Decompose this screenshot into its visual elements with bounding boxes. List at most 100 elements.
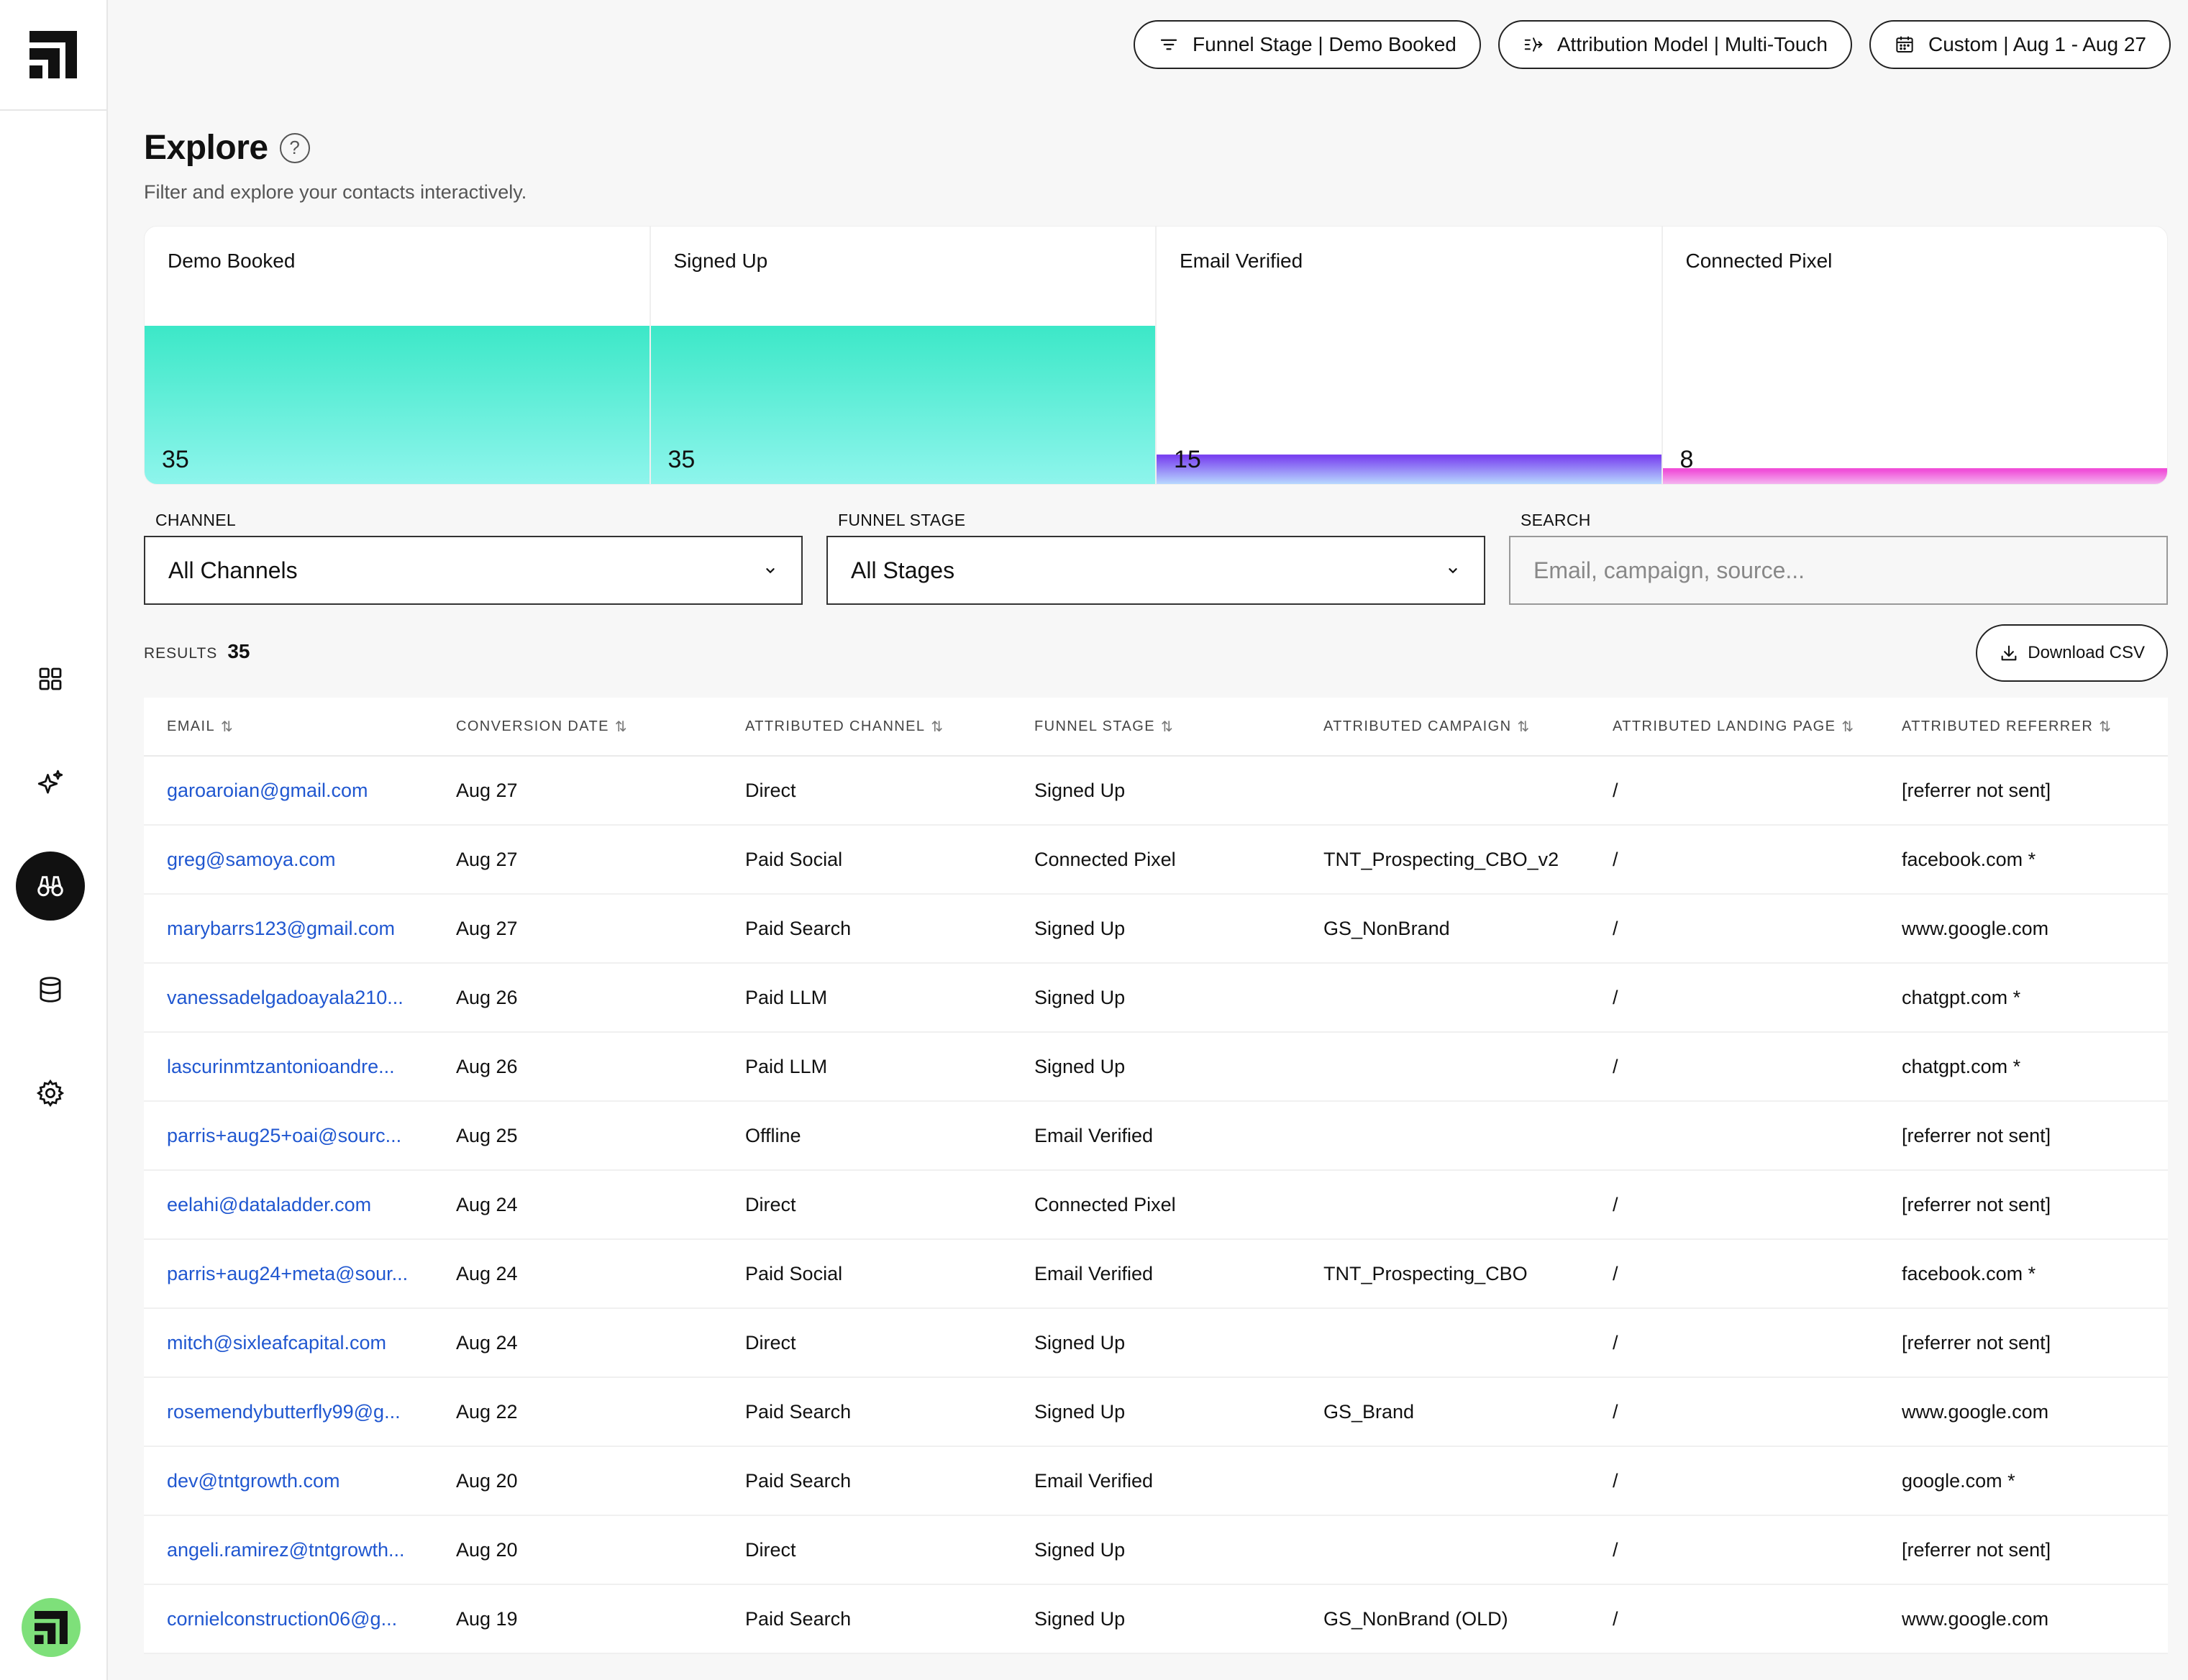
- page-header: Explore ?: [144, 128, 310, 168]
- table-row[interactable]: lascurinmtzantonioandre... Aug 26 Paid LLM…: [144, 1033, 2168, 1102]
- results-count: 35: [227, 640, 250, 662]
- logo[interactable]: [0, 0, 106, 111]
- funnel-bar: [145, 326, 649, 484]
- help-icon[interactable]: ?: [279, 132, 310, 163]
- funnel-stage-select-value: All Stages: [851, 557, 955, 583]
- cell-funnel-stage: Signed Up: [1034, 1055, 1126, 1077]
- chevron-down-icon: [766, 568, 775, 574]
- cell-referrer: www.google.com: [1902, 1400, 2049, 1423]
- funnel-stage-filter: FUNNEL STAGE All Stages: [826, 511, 1485, 605]
- column-header-attributed-landing-page[interactable]: ATTRIBUTED LANDING PAGE ⇅: [1590, 718, 1879, 736]
- cell-channel: Direct: [745, 1331, 796, 1353]
- cell-landing-page: /: [1613, 1193, 1618, 1215]
- column-header-attributed-campaign[interactable]: ATTRIBUTED CAMPAIGN ⇅: [1300, 718, 1590, 736]
- funnel-bar: [1662, 468, 2167, 484]
- cell-channel: Paid Search: [745, 1469, 852, 1492]
- table-row[interactable]: garoaroian@gmail.com Aug 27 Direct Signed U…: [144, 757, 2168, 826]
- table-row[interactable]: dev@tntgrowth.com Aug 20 Paid Search Email …: [144, 1447, 2168, 1516]
- funnel-stage-count: 15: [1174, 446, 1201, 473]
- table-row[interactable]: parris+aug24+meta@sour... Aug 24 Paid Soci…: [144, 1240, 2168, 1309]
- attribution-model-pill[interactable]: Attribution Model | Multi-Touch: [1498, 20, 1852, 69]
- table-row[interactable]: rosemendybutterfly99@g... Aug 22 Paid Sear…: [144, 1378, 2168, 1447]
- cell-channel: Direct: [745, 1538, 796, 1561]
- sparkle-icon: [37, 770, 63, 794]
- cell-email[interactable]: parris+aug25+oai@sourc...: [144, 1125, 433, 1147]
- table-row[interactable]: mitch@sixleafcapital.com Aug 24 Direct Sign…: [144, 1309, 2168, 1378]
- funnel-stage-label: Demo Booked: [168, 250, 296, 272]
- table-row[interactable]: parris+aug25+oai@sourc... Aug 25 Offline Em…: [144, 1102, 2168, 1171]
- cell-email[interactable]: marybarrs123@gmail.com: [144, 918, 433, 940]
- table-row[interactable]: marybarrs123@gmail.com Aug 27 Paid Search S…: [144, 895, 2168, 964]
- cell-funnel-stage: Connected Pixel: [1034, 848, 1176, 870]
- cell-conversion-date: Aug 24: [456, 1331, 518, 1353]
- sort-icon: ⇅: [1517, 718, 1531, 735]
- funnel-stage-demo-booked[interactable]: Demo Booked 35: [145, 227, 651, 484]
- table-row[interactable]: greg@samoya.com Aug 27 Paid Social Connecte…: [144, 826, 2168, 895]
- cell-referrer: [referrer not sent]: [1902, 779, 2051, 801]
- cell-channel: Direct: [745, 1193, 796, 1215]
- cell-campaign: GS_NonBrand: [1323, 917, 1450, 939]
- column-header-attributed-referrer[interactable]: ATTRIBUTED REFERRER ⇅: [1879, 718, 2168, 736]
- search-box: [1509, 536, 2168, 605]
- sort-icon: ⇅: [614, 718, 629, 735]
- funnel-stage-email-verified[interactable]: Email Verified 15: [1157, 227, 1663, 484]
- filter-icon: [1160, 39, 1177, 50]
- funnel-stage-pill[interactable]: Funnel Stage | Demo Booked: [1134, 20, 1481, 69]
- nav-dashboard[interactable]: [16, 644, 85, 713]
- table-row[interactable]: vanessadelgadoayala210... Aug 26 Paid LLM S…: [144, 964, 2168, 1033]
- column-header-conversion-date[interactable]: CONVERSION DATE ⇅: [433, 718, 722, 736]
- column-header-label: ATTRIBUTED REFERRER: [1902, 718, 2094, 734]
- cell-funnel-stage: Email Verified: [1034, 1262, 1154, 1284]
- download-csv-button[interactable]: Download CSV: [1976, 624, 2168, 682]
- cell-email[interactable]: vanessadelgadoayala210...: [144, 987, 433, 1009]
- cell-email[interactable]: eelahi@dataladder.com: [144, 1194, 433, 1216]
- cell-conversion-date: Aug 25: [456, 1124, 518, 1146]
- funnel-stage-connected-pixel[interactable]: Connected Pixel 8: [1662, 227, 2167, 484]
- cell-email[interactable]: garoaroian@gmail.com: [144, 780, 433, 802]
- user-avatar[interactable]: [22, 1598, 81, 1657]
- cell-referrer: facebook.com *: [1902, 1262, 2036, 1284]
- date-range-pill[interactable]: Custom | Aug 1 - Aug 27: [1869, 20, 2171, 69]
- chevron-down-icon: [1449, 568, 1457, 574]
- cell-channel: Paid Social: [745, 848, 843, 870]
- brand-logo-icon: [35, 1611, 68, 1644]
- table-row[interactable]: cornielconstruction06@g... Aug 19 Paid Sea…: [144, 1585, 2168, 1654]
- column-header-label: ATTRIBUTED CAMPAIGN: [1323, 718, 1512, 734]
- search-input[interactable]: [1533, 557, 2143, 584]
- funnel-stage-signed-up[interactable]: Signed Up 35: [650, 227, 1157, 484]
- cell-conversion-date: Aug 26: [456, 986, 518, 1008]
- column-header-email[interactable]: EMAIL ⇅: [144, 718, 433, 736]
- cell-email[interactable]: mitch@sixleafcapital.com: [144, 1332, 433, 1354]
- cell-channel: Paid LLM: [745, 1055, 828, 1077]
- cell-conversion-date: Aug 20: [456, 1538, 518, 1561]
- cell-email[interactable]: lascurinmtzantonioandre...: [144, 1056, 433, 1078]
- cell-referrer: [referrer not sent]: [1902, 1331, 2051, 1353]
- cell-conversion-date: Aug 24: [456, 1193, 518, 1215]
- sort-icon: ⇅: [1841, 718, 1855, 735]
- cell-campaign: GS_Brand: [1323, 1400, 1415, 1423]
- cell-email[interactable]: rosemendybutterfly99@g...: [144, 1401, 433, 1423]
- table-header: EMAIL ⇅ CONVERSION DATE ⇅ ATTRIBUTED CHANN…: [144, 698, 2168, 757]
- funnel-chart: Demo Booked 35 Signed Up 35 Email Verifi…: [144, 226, 2168, 485]
- cell-landing-page: /: [1613, 1055, 1618, 1077]
- cell-email[interactable]: greg@samoya.com: [144, 849, 433, 871]
- nav-ai[interactable]: [16, 748, 85, 817]
- table-row[interactable]: eelahi@dataladder.com Aug 24 Direct Connect…: [144, 1171, 2168, 1240]
- channel-select[interactable]: All Channels: [144, 536, 803, 605]
- cell-email[interactable]: cornielconstruction06@g...: [144, 1608, 433, 1630]
- nav-explore[interactable]: [16, 852, 85, 921]
- cell-campaign: TNT_Prospecting_CBO_v2: [1323, 848, 1559, 870]
- column-header-label: EMAIL: [167, 718, 216, 734]
- cell-email[interactable]: parris+aug24+meta@sour...: [144, 1263, 433, 1285]
- column-header-funnel-stage[interactable]: FUNNEL STAGE ⇅: [1011, 718, 1300, 736]
- column-header-attributed-channel[interactable]: ATTRIBUTED CHANNEL ⇅: [722, 718, 1011, 736]
- nav-settings[interactable]: [16, 1059, 85, 1128]
- cell-email[interactable]: angeli.ramirez@tntgrowth...: [144, 1539, 433, 1561]
- nav-data[interactable]: [16, 955, 85, 1024]
- cell-email[interactable]: dev@tntgrowth.com: [144, 1470, 433, 1492]
- funnel-stage-count: 35: [667, 446, 696, 473]
- table-row[interactable]: angeli.ramirez@tntgrowth... Aug 20 Direct S…: [144, 1516, 2168, 1585]
- funnel-stage-select[interactable]: All Stages: [826, 536, 1485, 605]
- cell-funnel-stage: Email Verified: [1034, 1124, 1154, 1146]
- cell-referrer: www.google.com: [1902, 917, 2049, 939]
